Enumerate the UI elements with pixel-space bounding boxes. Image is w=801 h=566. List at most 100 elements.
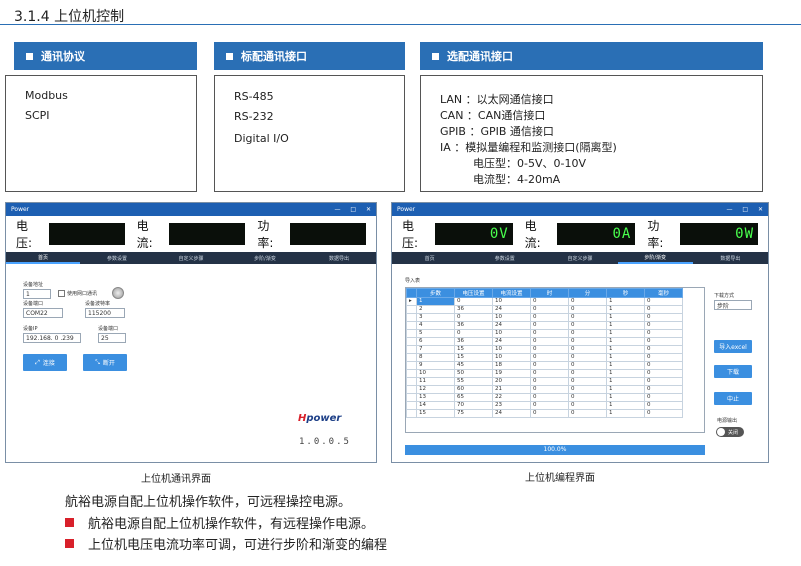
row-selector[interactable] (406, 337, 417, 346)
table-cell[interactable]: 55 (454, 377, 493, 386)
table-cell[interactable]: 75 (454, 409, 493, 418)
table-cell[interactable]: 0 (644, 361, 683, 370)
table-cell[interactable]: 7 (416, 345, 455, 354)
table-cell[interactable]: 14 (416, 401, 455, 410)
table-cell[interactable]: 0 (568, 353, 607, 362)
table-cell[interactable]: 20 (492, 377, 531, 386)
table-cell[interactable]: 4 (416, 321, 455, 330)
tab-home[interactable]: 首页 (6, 252, 80, 264)
baud-select[interactable]: 115200 (85, 308, 125, 318)
download-button[interactable]: 下载 (714, 365, 752, 378)
table-cell[interactable]: 0 (644, 369, 683, 378)
table-cell[interactable]: 0 (530, 401, 569, 410)
tab-params[interactable]: 参数设置 (467, 252, 542, 264)
column-header[interactable]: 分 (568, 288, 607, 298)
table-cell[interactable]: 36 (454, 321, 493, 330)
row-selector[interactable] (406, 313, 417, 322)
table-cell[interactable]: 0 (530, 409, 569, 418)
table-cell[interactable]: 0 (530, 321, 569, 330)
table-cell[interactable]: 0 (644, 401, 683, 410)
table-cell[interactable]: 15 (416, 409, 455, 418)
table-cell[interactable]: 10 (492, 297, 531, 306)
table-cell[interactable]: 1 (606, 369, 645, 378)
net-port-input[interactable]: 25 (98, 333, 126, 343)
tab-custom[interactable]: 自定义步骤 (542, 252, 617, 264)
table-cell[interactable]: 23 (492, 401, 531, 410)
table-cell[interactable]: 0 (644, 297, 683, 306)
row-selector[interactable] (406, 329, 417, 338)
close-button[interactable]: ✕ (758, 206, 763, 213)
table-row[interactable]: 3 0 10 0 0 1 0 (406, 313, 683, 322)
table-cell[interactable]: 0 (568, 361, 607, 370)
table-cell[interactable]: 18 (492, 361, 531, 370)
minimize-button[interactable]: — (334, 206, 340, 213)
table-cell[interactable]: 1 (606, 385, 645, 394)
table-cell[interactable]: 1 (606, 321, 645, 330)
table-cell[interactable]: 36 (454, 305, 493, 314)
table-cell[interactable]: 0 (530, 345, 569, 354)
table-cell[interactable]: 0 (568, 329, 607, 338)
row-selector[interactable] (406, 353, 417, 362)
table-cell[interactable]: 0 (568, 393, 607, 402)
table-row[interactable]: ▸ 1 0 10 0 0 1 0 (406, 297, 683, 306)
table-cell[interactable]: 5 (416, 329, 455, 338)
table-cell[interactable]: 10 (416, 369, 455, 378)
table-cell[interactable]: 0 (568, 297, 607, 306)
table-cell[interactable]: 24 (492, 305, 531, 314)
table-cell[interactable]: 1 (606, 305, 645, 314)
table-cell[interactable]: 0 (530, 329, 569, 338)
table-cell[interactable]: 1 (606, 377, 645, 386)
table-cell[interactable]: 0 (454, 329, 493, 338)
column-header[interactable]: 步数 (416, 288, 455, 298)
tab-step[interactable]: 步阶/渐变 (617, 252, 693, 264)
table-row[interactable]: 12 60 21 0 0 1 0 (406, 385, 683, 394)
table-cell[interactable]: 1 (606, 337, 645, 346)
table-cell[interactable]: 0 (568, 313, 607, 322)
table-cell[interactable]: 0 (530, 313, 569, 322)
use-net-checkbox[interactable] (58, 290, 65, 297)
table-cell[interactable]: 0 (644, 377, 683, 386)
tab-home[interactable]: 首页 (392, 252, 467, 264)
table-cell[interactable]: 0 (644, 353, 683, 362)
table-cell[interactable]: 0 (644, 321, 683, 330)
table-cell[interactable]: 0 (644, 329, 683, 338)
output-toggle[interactable]: 关闭 (716, 427, 744, 437)
table-cell[interactable]: 15 (454, 345, 493, 354)
table-row[interactable]: 5 0 10 0 0 1 0 (406, 329, 683, 338)
table-cell[interactable]: 45 (454, 361, 493, 370)
table-cell[interactable]: 0 (644, 345, 683, 354)
table-cell[interactable]: 60 (454, 385, 493, 394)
row-selector[interactable] (406, 385, 417, 394)
table-cell[interactable]: 6 (416, 337, 455, 346)
close-button[interactable]: ✕ (366, 206, 371, 213)
table-cell[interactable]: 19 (492, 369, 531, 378)
connect-button[interactable]: ⤢ 连接 (23, 354, 67, 371)
table-cell[interactable]: 0 (454, 313, 493, 322)
column-header[interactable]: 电压设置 (454, 288, 493, 298)
table-cell[interactable]: 0 (454, 297, 493, 306)
table-row[interactable]: 15 75 24 0 0 1 0 (406, 409, 683, 418)
column-header[interactable]: 秒 (606, 288, 645, 298)
table-cell[interactable]: 22 (492, 393, 531, 402)
table-cell[interactable]: 24 (492, 321, 531, 330)
table-row[interactable]: 4 36 24 0 0 1 0 (406, 321, 683, 330)
table-cell[interactable]: 0 (568, 377, 607, 386)
tab-export[interactable]: 数据导出 (302, 252, 376, 264)
maximize-button[interactable]: □ (742, 206, 748, 213)
row-selector[interactable] (406, 393, 417, 402)
table-row[interactable]: 6 36 24 0 0 1 0 (406, 337, 683, 346)
table-cell[interactable]: 10 (492, 353, 531, 362)
table-cell[interactable]: 13 (416, 393, 455, 402)
table-cell[interactable]: 0 (530, 385, 569, 394)
table-cell[interactable]: 2 (416, 305, 455, 314)
table-cell[interactable]: 65 (454, 393, 493, 402)
table-cell[interactable]: 10 (492, 345, 531, 354)
table-cell[interactable]: 3 (416, 313, 455, 322)
table-cell[interactable]: 24 (492, 409, 531, 418)
row-selector[interactable] (406, 345, 417, 354)
table-cell[interactable]: 24 (492, 337, 531, 346)
table-cell[interactable]: 1 (606, 361, 645, 370)
table-cell[interactable]: 0 (530, 353, 569, 362)
table-cell[interactable]: 36 (454, 337, 493, 346)
table-cell[interactable]: 0 (568, 345, 607, 354)
